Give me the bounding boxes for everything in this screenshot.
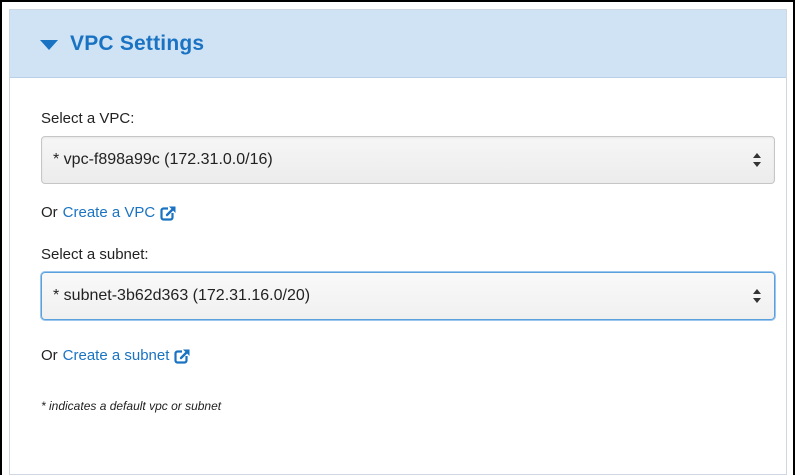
- or-text: Or: [41, 204, 58, 221]
- up-down-arrows-icon: [752, 289, 762, 303]
- subnet-select-value: * subnet-3b62d363 (172.31.16.0/20): [53, 287, 311, 304]
- panel-title[interactable]: VPC Settings: [70, 32, 204, 56]
- create-vpc-link[interactable]: Create a VPC: [63, 203, 156, 223]
- panel-header[interactable]: VPC Settings: [10, 10, 786, 78]
- up-down-arrows-icon: [752, 153, 762, 167]
- external-link-icon[interactable]: [160, 204, 178, 222]
- or-text: Or: [41, 347, 58, 364]
- create-subnet-link[interactable]: Create a subnet: [63, 346, 170, 366]
- vpc-select-label: Select a VPC:: [41, 110, 135, 127]
- create-vpc-line: Or Create a VPC: [41, 203, 786, 223]
- default-footnote: * indicates a default vpc or subnet: [41, 399, 222, 413]
- panel-body: Select a VPC: * vpc-f898a99c (172.31.0.0…: [10, 78, 786, 414]
- vpc-settings-panel: VPC Settings Select a VPC: * vpc-f898a99…: [9, 9, 787, 475]
- subnet-select[interactable]: * subnet-3b62d363 (172.31.16.0/20): [41, 272, 775, 320]
- subnet-select-label: Select a subnet:: [41, 246, 149, 263]
- external-link-icon[interactable]: [174, 347, 192, 365]
- vpc-select-value: * vpc-f898a99c (172.31.0.0/16): [53, 151, 273, 168]
- vpc-select[interactable]: * vpc-f898a99c (172.31.0.0/16): [41, 136, 775, 184]
- create-subnet-line: Or Create a subnet: [41, 346, 786, 366]
- caret-down-icon[interactable]: [40, 39, 58, 50]
